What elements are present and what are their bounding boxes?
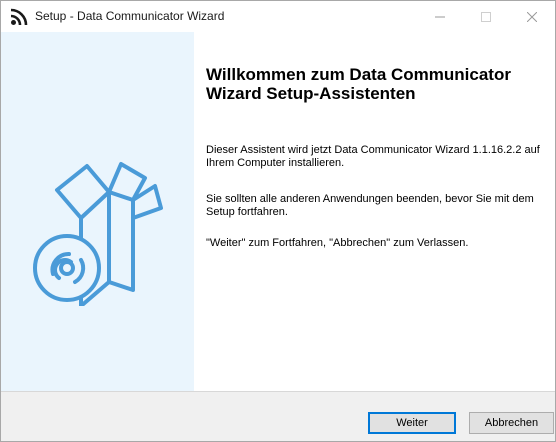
minimize-button[interactable]: [417, 1, 463, 32]
setup-window: Setup - Data Communicator Wizard Willkom…: [0, 0, 556, 442]
cancel-button[interactable]: Abbrechen: [469, 412, 554, 434]
close-icon: [527, 11, 537, 22]
instructions-text: "Weiter" zum Fortfahren, "Abbrechen" zum…: [206, 237, 469, 249]
setup-box-disc-icon: [33, 162, 163, 306]
rss-feed-icon: [10, 8, 28, 26]
maximize-button[interactable]: [463, 1, 509, 32]
minimize-icon: [435, 16, 445, 17]
intro-text: Dieser Assistent wird jetzt Data Communi…: [206, 144, 540, 169]
window-title: Setup - Data Communicator Wizard: [35, 9, 225, 23]
wizard-footer: Weiter Abbrechen: [1, 392, 555, 441]
close-button[interactable]: [509, 1, 555, 32]
close-apps-text: Sie sollten alle anderen Anwendungen bee…: [206, 193, 534, 218]
title-bar[interactable]: Setup - Data Communicator Wizard: [1, 1, 555, 32]
next-button[interactable]: Weiter: [368, 412, 456, 434]
maximize-icon: [481, 11, 491, 22]
wizard-sidebar: [1, 32, 194, 391]
wizard-panel: Willkommen zum Data Communicator Wizard …: [1, 32, 555, 391]
welcome-heading: Willkommen zum Data Communicator Wizard …: [206, 65, 511, 103]
